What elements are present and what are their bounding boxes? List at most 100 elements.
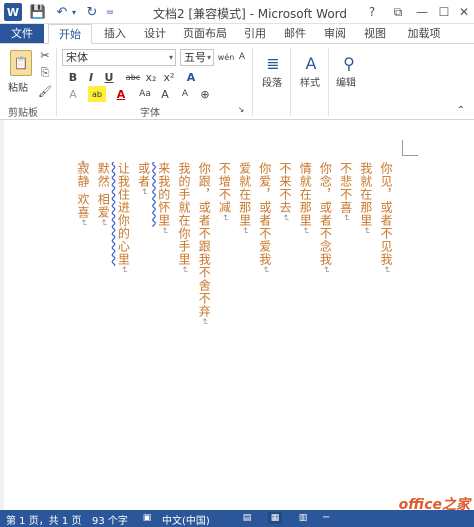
watermark-logo: office之家	[398, 497, 470, 513]
column-text: 让我住进你的心里	[116, 162, 131, 266]
minimize-button[interactable]: —	[412, 2, 432, 22]
text-column[interactable]: 不来不去↵	[278, 162, 292, 223]
read-mode-icon[interactable]: ▤	[240, 512, 254, 524]
phonetic-guide-icon[interactable]: wén	[218, 48, 235, 66]
font-color-icon[interactable]: A	[114, 86, 128, 102]
text-column[interactable]: 让我住进你的心里↵	[116, 162, 131, 275]
ribbon-display-options-button[interactable]: ⧉	[388, 2, 408, 22]
tab-page-layout[interactable]: 页面布局	[180, 24, 230, 44]
text-column[interactable]: 来我的怀里↵	[156, 162, 171, 236]
text-column[interactable]: 或者↵	[136, 162, 151, 197]
italic-button[interactable]: I	[84, 69, 98, 85]
font-dialog-launcher-icon[interactable]: ↘	[236, 104, 246, 114]
column-text: 或者	[136, 162, 151, 188]
paragraph-mark-icon: ↵	[158, 227, 169, 236]
title-bar: W 💾 ↶ ▾ ↻ = 文档2 [兼容模式] - Microsoft Word …	[0, 0, 474, 24]
text-column[interactable]: 默然 相爱↵	[96, 162, 110, 227]
highlight-color-icon[interactable]: ab	[88, 86, 106, 102]
save-icon[interactable]: 💾	[30, 3, 46, 21]
column-text: 情就在那里	[298, 162, 313, 227]
text-highlight-icon[interactable]: A	[66, 86, 80, 102]
margin-corner-mark	[402, 140, 418, 156]
proofing-icon[interactable]: ▣	[140, 512, 154, 524]
paragraph-group-label[interactable]: 段落	[262, 74, 282, 89]
tab-review[interactable]: 审阅	[320, 24, 350, 44]
word-count[interactable]: 93 个字	[92, 512, 128, 527]
language[interactable]: 中文(中国)	[162, 512, 210, 527]
text-column[interactable]: 你念，或者不念我↵	[318, 162, 333, 275]
subscript-button[interactable]: x₂	[144, 69, 158, 85]
help-button[interactable]: ?	[364, 2, 380, 22]
text-column[interactable]: 你见，或者不见我↵	[379, 162, 393, 275]
text-effects-icon[interactable]: A	[184, 69, 198, 85]
tab-mailings[interactable]: 邮件	[280, 24, 310, 44]
text-column[interactable]: 不悲不喜↵	[338, 162, 353, 223]
page-count[interactable]: 第 1 页，共 1 页	[6, 512, 81, 527]
text-column[interactable]: 你跟，或者不跟我不舍不弃↵	[197, 162, 212, 327]
column-text: 你念，或者不念我	[318, 162, 333, 266]
change-case-icon[interactable]: Aa	[136, 86, 154, 102]
paragraph-mark-icon: ↵	[381, 266, 391, 275]
text-column[interactable]: 爱就在那里↵	[238, 162, 252, 236]
editing-group-label[interactable]: 编辑	[336, 74, 356, 89]
web-layout-icon[interactable]: ▥	[296, 512, 310, 524]
column-text: 你跟，或者不跟我不舍不弃	[197, 162, 212, 318]
copy-icon[interactable]: ⎘	[38, 66, 52, 80]
undo-dropdown-icon[interactable]: ▾	[70, 3, 78, 21]
customize-quick-access-icon[interactable]: =	[104, 3, 116, 21]
paste-icon[interactable]: 📋	[10, 50, 32, 76]
word-logo-icon: W	[4, 3, 22, 21]
tab-view[interactable]: 视图	[360, 24, 390, 44]
cut-icon[interactable]: ✂	[38, 48, 52, 62]
font-group-label: 字体	[140, 108, 160, 119]
enclose-char-icon[interactable]: A	[236, 48, 248, 66]
styles-group-label[interactable]: 样式	[300, 74, 320, 89]
text-column[interactable]: 我的手就在你手里↵	[177, 162, 191, 275]
maximize-button[interactable]: ☐	[434, 2, 454, 22]
paste-button-label[interactable]: 粘贴	[8, 79, 28, 94]
paragraph-mark-icon: ↵	[320, 266, 331, 275]
paragraph-mark-icon: ↵	[78, 218, 88, 228]
group-divider	[328, 48, 329, 116]
paragraph-mark-icon: ↵	[300, 227, 311, 236]
document-page[interactable]: 你见，或者不见我↵ 我就在那里↵ 不悲不喜↵ 你念，或者不念我↵ 情就在那里↵ 不来不去↵…	[4, 120, 474, 510]
font-size-select[interactable]: 五号 ▾	[180, 49, 214, 66]
tab-home[interactable]: 开始	[48, 24, 92, 44]
paragraph-mark-icon: ↵	[340, 214, 351, 223]
shrink-font-icon[interactable]: A	[178, 86, 192, 102]
strikethrough-button[interactable]: abc	[124, 69, 142, 85]
underline-button[interactable]: U	[102, 69, 116, 85]
column-text: 不来不去	[278, 162, 292, 214]
print-layout-icon[interactable]: ▦	[268, 512, 282, 524]
tab-references[interactable]: 引用	[240, 24, 270, 44]
paragraph-mark-icon: ↵	[118, 266, 129, 275]
font-name-select[interactable]: 宋体 ▾	[62, 49, 176, 66]
column-text: 我的手就在你手里	[177, 162, 191, 266]
tab-addins[interactable]: 加载项	[402, 24, 446, 44]
format-painter-icon[interactable]: 🖌	[38, 84, 52, 98]
close-button[interactable]: ✕	[454, 2, 474, 22]
redo-icon[interactable]: ↻	[84, 3, 100, 21]
collapse-ribbon-icon[interactable]: ⌃	[454, 104, 468, 116]
column-text: 寂静 欢喜	[76, 162, 90, 219]
text-column[interactable]: 不增不减↵	[217, 162, 231, 223]
tab-insert[interactable]: 插入	[100, 24, 130, 44]
column-text: 来我的怀里	[156, 162, 171, 227]
paragraph-mark-icon: ↵	[259, 266, 270, 275]
superscript-button[interactable]: x²	[162, 69, 176, 85]
zoom-out-button[interactable]: −	[322, 512, 330, 523]
text-column[interactable]: 情就在那里↵	[298, 162, 313, 236]
bold-button[interactable]: B	[66, 69, 80, 85]
tab-design[interactable]: 设计	[140, 24, 170, 44]
undo-icon[interactable]: ↶	[54, 3, 70, 21]
column-text: 不悲不喜	[338, 162, 353, 214]
tab-file[interactable]: 文件	[0, 24, 44, 44]
text-column[interactable]: 寂静 欢喜↵	[76, 162, 90, 228]
grow-font-icon[interactable]: A	[158, 86, 172, 102]
paragraph-mark-icon: ↵	[280, 214, 290, 223]
clipboard-group-label: 剪贴板	[8, 108, 38, 119]
character-border-icon[interactable]: ⊕	[198, 86, 212, 102]
text-column[interactable]: 你爱，或者不爱我↵	[258, 162, 272, 275]
text-column[interactable]: 我就在那里↵	[359, 162, 373, 236]
ribbon-home: 📋 粘贴 ✂ ⎘ 🖌 剪贴板 宋体 ▾ 五号 ▾ wén A B I U abc x…	[0, 43, 474, 120]
